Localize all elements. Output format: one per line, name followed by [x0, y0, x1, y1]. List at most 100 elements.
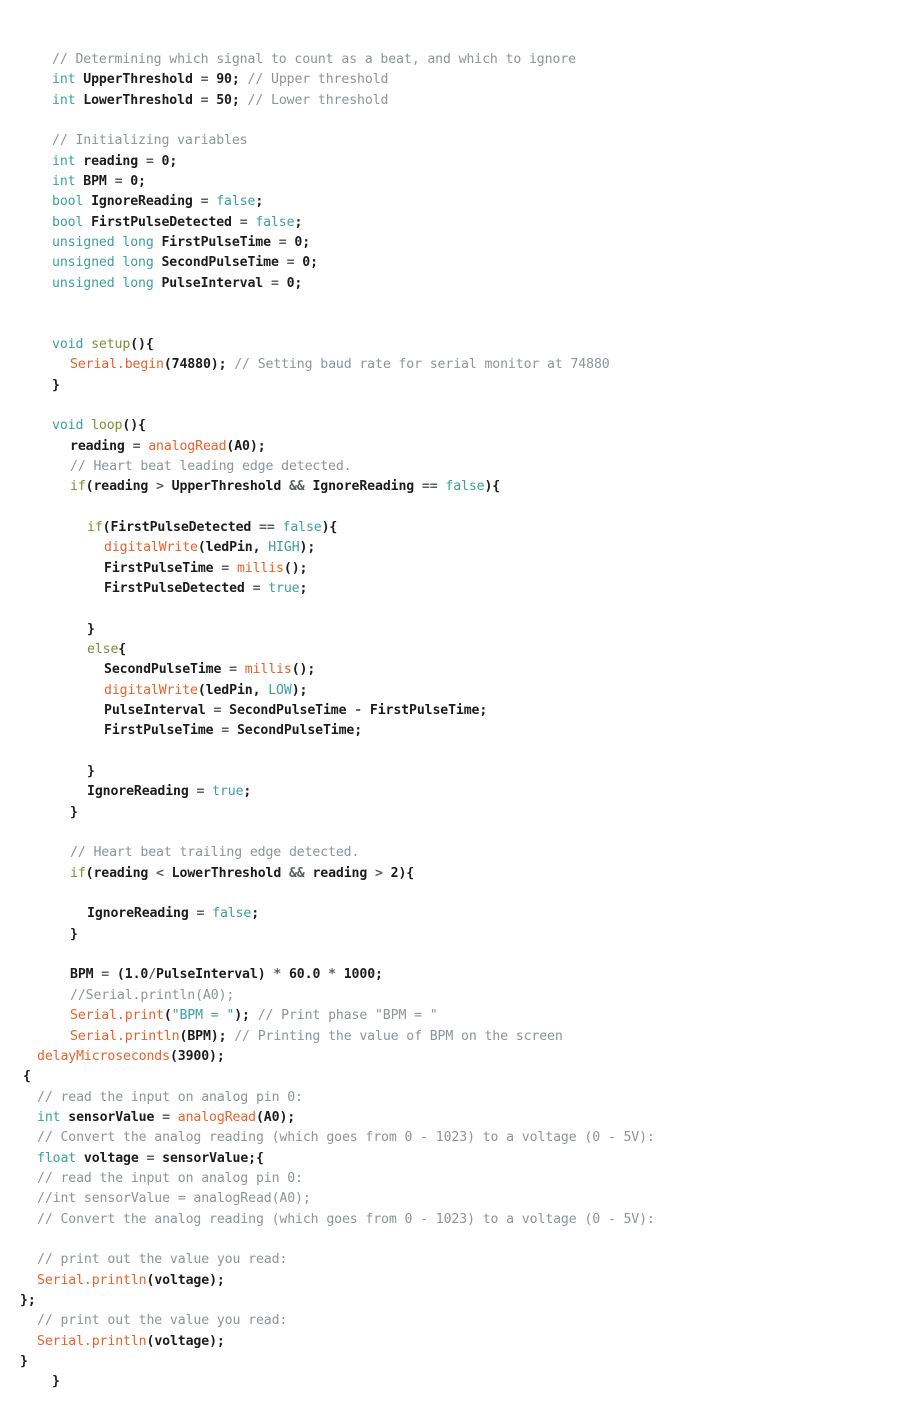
code-line[interactable]: PulseInterval = SecondPulseTime - FirstP…: [0, 701, 914, 721]
code-token-func: Serial.print: [70, 1008, 164, 1024]
code-token-plain: voltage: [76, 1150, 147, 1166]
code-line[interactable]: float voltage = sensorValue;{: [0, 1149, 914, 1169]
code-line[interactable]: }: [0, 1372, 914, 1392]
code-token-ctrl: else: [87, 641, 119, 657]
code-line[interactable]: [0, 396, 914, 416]
code-line[interactable]: }: [0, 376, 914, 396]
code-token-punc: ;: [255, 194, 264, 210]
code-line[interactable]: [0, 294, 914, 314]
code-line[interactable]: reading = analogRead(A0);: [0, 437, 914, 457]
code-line[interactable]: [0, 111, 914, 131]
code-token-punc: }: [87, 621, 95, 637]
code-token-func: digitalWrite: [104, 682, 198, 698]
code-line[interactable]: int sensorValue = analogRead(A0);: [0, 1108, 914, 1128]
code-line[interactable]: [0, 884, 914, 904]
code-line[interactable]: FirstPulseTime = SecondPulseTime;: [0, 721, 914, 741]
code-token-kw: int: [37, 1109, 61, 1125]
code-token-num: 90: [208, 72, 232, 88]
code-token-op: =: [221, 560, 230, 576]
code-token-plain: PulseInterval: [156, 967, 258, 983]
code-token-ctrl: if: [70, 865, 86, 881]
code-line[interactable]: [0, 742, 914, 762]
code-line[interactable]: // Heart beat leading edge detected.: [0, 457, 914, 477]
code-token-plain: IgnoreReading: [87, 906, 197, 922]
code-token-punc: };: [20, 1292, 36, 1308]
code-token-punc: }: [52, 1374, 60, 1390]
code-token-comment: // Initializing variables: [52, 133, 248, 149]
code-token-comment: // Printing the value of BPM on the scre…: [226, 1028, 563, 1044]
code-line[interactable]: Serial.println(BPM); // Printing the val…: [0, 1027, 914, 1047]
code-line[interactable]: int LowerThreshold = 50; // Lower thresh…: [0, 91, 914, 111]
code-line[interactable]: unsigned long SecondPulseTime = 0;: [0, 253, 914, 273]
code-line[interactable]: }: [0, 1352, 914, 1372]
code-line[interactable]: FirstPulseDetected = true;: [0, 579, 914, 599]
code-line[interactable]: [0, 599, 914, 619]
code-line[interactable]: if(FirstPulseDetected == false){: [0, 518, 914, 538]
code-token-num: 0: [294, 255, 311, 271]
code-line[interactable]: void setup(){: [0, 335, 914, 355]
code-line[interactable]: digitalWrite(ledPin, LOW);: [0, 681, 914, 701]
code-line[interactable]: digitalWrite(ledPin, HIGH);: [0, 538, 914, 558]
code-line[interactable]: int reading = 0;: [0, 152, 914, 172]
code-line[interactable]: }: [0, 762, 914, 782]
code-token-plain: sensorValue: [60, 1109, 163, 1125]
code-line[interactable]: // Convert the analog reading (which goe…: [0, 1128, 914, 1148]
code-token-func: millis: [229, 560, 284, 576]
code-line[interactable]: if(reading > UpperThreshold && IgnoreRea…: [0, 477, 914, 497]
code-line[interactable]: FirstPulseTime = millis();: [0, 559, 914, 579]
code-token-str: "BPM = ": [171, 1008, 235, 1024]
code-line[interactable]: bool FirstPulseDetected = false;: [0, 213, 914, 233]
code-line[interactable]: // print out the value you read:: [0, 1250, 914, 1270]
code-line[interactable]: Serial.begin(74880); // Setting baud rat…: [0, 355, 914, 375]
code-line[interactable]: BPM = (1.0/PulseInterval) * 60.0 * 1000;: [0, 965, 914, 985]
code-line[interactable]: };: [0, 1291, 914, 1311]
code-line[interactable]: // Heart beat trailing edge detected.: [0, 843, 914, 863]
code-line[interactable]: unsigned long PulseInterval = 0;: [0, 274, 914, 294]
code-token-punc: ;: [479, 703, 488, 718]
code-line[interactable]: }: [0, 803, 914, 823]
code-line[interactable]: void loop(){: [0, 416, 914, 436]
code-line[interactable]: //Serial.println(A0);: [0, 986, 914, 1006]
code-token-plain: A0: [263, 1109, 280, 1125]
code-line[interactable]: Serial.println(voltage);: [0, 1271, 914, 1291]
code-line[interactable]: // Convert the analog reading (which goe…: [0, 1210, 914, 1230]
code-line[interactable]: else{: [0, 640, 914, 660]
code-token-plain: SecondPulseTime: [221, 703, 355, 718]
code-line[interactable]: delayMicroseconds(3900);: [0, 1047, 914, 1067]
code-line[interactable]: {: [0, 1067, 914, 1087]
code-line[interactable]: }: [0, 925, 914, 945]
code-token-plain: voltage: [154, 1272, 210, 1288]
code-token-punc: }: [70, 926, 78, 942]
code-line[interactable]: [0, 823, 914, 843]
code-line[interactable]: SecondPulseTime = millis();: [0, 660, 914, 680]
code-line[interactable]: [0, 1230, 914, 1250]
code-line[interactable]: int UpperThreshold = 90; // Upper thresh…: [0, 70, 914, 90]
code-line[interactable]: // print out the value you read:: [0, 1311, 914, 1331]
code-line[interactable]: if(reading < LowerThreshold && reading >…: [0, 864, 914, 884]
code-token-num: 0: [278, 275, 295, 291]
code-line[interactable]: IgnoreReading = true;: [0, 782, 914, 802]
code-line[interactable]: unsigned long FirstPulseTime = 0;: [0, 233, 914, 253]
code-line[interactable]: Serial.println(voltage);: [0, 1332, 914, 1352]
code-token-op: =: [270, 275, 279, 291]
code-line[interactable]: // Determining which signal to count as …: [0, 50, 914, 70]
code-line[interactable]: Serial.print("BPM = "); // Print phase "…: [0, 1006, 914, 1026]
code-line[interactable]: }: [0, 620, 914, 640]
code-token-punc: );: [209, 1048, 225, 1064]
code-line[interactable]: int BPM = 0;: [0, 172, 914, 192]
code-line[interactable]: [0, 314, 914, 334]
code-token-plain: sensorValue: [154, 1150, 249, 1166]
code-line[interactable]: bool IgnoreReading = false;: [0, 192, 914, 212]
code-line[interactable]: [0, 498, 914, 518]
code-line[interactable]: // Initializing variables: [0, 131, 914, 151]
code-token-plain: PulseInterval: [104, 703, 214, 718]
code-line[interactable]: IgnoreReading = false;: [0, 904, 914, 924]
code-body[interactable]: // Determining which signal to count as …: [0, 50, 914, 1393]
code-line[interactable]: //int sensorValue = analogRead(A0);: [0, 1189, 914, 1209]
code-token-plain: reading: [93, 865, 157, 881]
code-line[interactable]: // read the input on analog pin 0:: [0, 1088, 914, 1108]
code-line[interactable]: // read the input on analog pin 0:: [0, 1169, 914, 1189]
code-line[interactable]: [0, 945, 914, 965]
code-token-plain: FirstPulseDetected: [104, 580, 253, 596]
code-token-num: 74880: [171, 357, 211, 373]
